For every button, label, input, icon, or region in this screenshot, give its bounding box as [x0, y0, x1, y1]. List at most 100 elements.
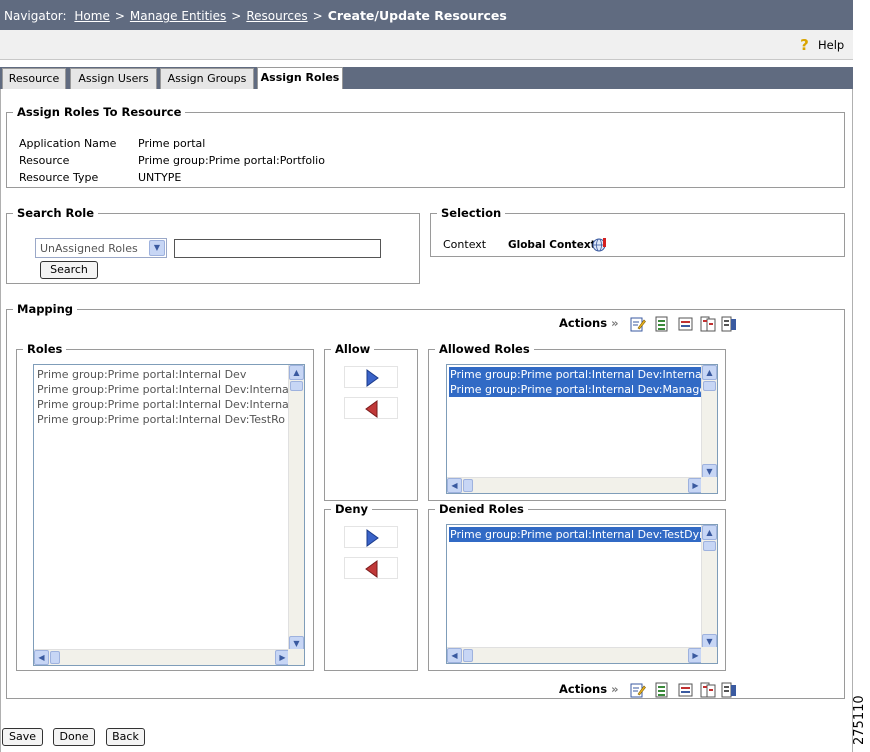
horizontal-scrollbar[interactable]: ◀ ▶: [34, 649, 290, 665]
allow-add-button[interactable]: [344, 366, 398, 388]
tab-assign-users[interactable]: Assign Users: [70, 68, 157, 89]
horizontal-scrollbar[interactable]: ◀ ▶: [447, 647, 703, 663]
context-value: Global Context: [508, 239, 596, 251]
actions-label: Actions »: [559, 682, 619, 696]
check-list-icon[interactable]: [654, 316, 670, 332]
scroll-left-icon[interactable]: ◀: [447, 648, 462, 663]
section-title: Search Role: [13, 206, 99, 220]
scroll-corner: [701, 477, 717, 493]
arrow-right-icon: [366, 529, 379, 547]
resource-type-value: UNTYPE: [138, 171, 182, 184]
actions-toolbar-bottom: Actions »: [559, 682, 739, 700]
deny-remove-button[interactable]: [344, 557, 398, 579]
scroll-thumb[interactable]: [463, 649, 473, 662]
list-item[interactable]: Prime group:Prime portal:Internal Dev:Te…: [36, 412, 288, 427]
scroll-thumb[interactable]: [50, 651, 60, 664]
search-button[interactable]: Search: [40, 261, 98, 279]
breadcrumb-separator: >: [231, 9, 242, 23]
roles-panel: Roles Prime group:Prime portal:Internal …: [16, 342, 314, 671]
scroll-left-icon[interactable]: ◀: [447, 478, 462, 493]
info-list-icon[interactable]: [721, 682, 737, 698]
help-icon[interactable]: ?: [798, 37, 811, 53]
info-list-icon[interactable]: [721, 316, 737, 332]
panel-title: Deny: [331, 502, 373, 516]
globe-icon[interactable]: [592, 237, 608, 253]
role-filter-dropdown[interactable]: UnAssigned Roles ▼: [35, 238, 167, 258]
edit-icon[interactable]: [630, 316, 646, 332]
deny-add-button[interactable]: [344, 526, 398, 548]
section-title: Selection: [437, 206, 506, 220]
scroll-corner: [701, 647, 717, 663]
list-item[interactable]: Prime group:Prime portal:Internal Dev:In…: [36, 397, 288, 412]
panel-title: Roles: [23, 342, 67, 356]
navigator-bar: Navigator: Home > Manage Entities > Resource…: [0, 0, 853, 30]
resource-type-label: Resource Type: [19, 171, 99, 184]
scroll-up-icon[interactable]: ▲: [702, 525, 717, 540]
arrow-left-icon: [365, 400, 378, 418]
scroll-thumb[interactable]: [290, 381, 303, 391]
list-item[interactable]: Prime group:Prime portal:Internal Dev:Te…: [449, 527, 701, 542]
section-title: Assign Roles To Resource: [13, 105, 186, 119]
breadcrumb-manage-entities-link[interactable]: Manage Entities: [130, 9, 226, 23]
list-item[interactable]: Prime group:Prime portal:Internal Dev:Ma…: [449, 382, 701, 397]
breadcrumb-separator: >: [114, 9, 125, 23]
selection-section: Selection Context Global Context: [430, 206, 845, 257]
save-button[interactable]: Save: [2, 728, 43, 746]
remove-list-icon[interactable]: [678, 682, 694, 698]
resource-value: Prime group:Prime portal:Portfolio: [138, 154, 325, 167]
roles-listbox[interactable]: Prime group:Prime portal:Internal Dev Pr…: [33, 364, 305, 666]
tab-strip: Resource Assign Users Assign Groups Assi…: [0, 67, 853, 89]
allowed-roles-listbox[interactable]: Prime group:Prime portal:Internal Dev:In…: [446, 364, 718, 494]
done-button[interactable]: Done: [53, 728, 95, 746]
search-input[interactable]: [174, 239, 381, 258]
tab-assign-groups[interactable]: Assign Groups: [160, 68, 254, 89]
arrow-left-icon: [365, 560, 378, 578]
dropdown-selected-value: UnAssigned Roles: [40, 242, 138, 255]
panel-title: Allowed Roles: [435, 342, 534, 356]
copy-list-icon[interactable]: [700, 316, 716, 332]
scroll-left-icon[interactable]: ◀: [34, 650, 49, 665]
edit-icon[interactable]: [630, 682, 646, 698]
actions-toolbar-top: Actions »: [559, 316, 739, 334]
deny-panel: Deny: [324, 502, 418, 671]
list-item[interactable]: Prime group:Prime portal:Internal Dev:In…: [449, 367, 701, 382]
panel-title: Denied Roles: [435, 502, 528, 516]
allowed-roles-panel: Allowed Roles Prime group:Prime portal:I…: [428, 342, 726, 501]
check-list-icon[interactable]: [654, 682, 670, 698]
application-name-value: Prime portal: [138, 137, 206, 150]
breadcrumb-separator: >: [312, 9, 323, 23]
application-name-label: Application Name: [19, 137, 117, 150]
tab-resource[interactable]: Resource: [2, 68, 66, 89]
allow-remove-button[interactable]: [344, 397, 398, 419]
back-button[interactable]: Back: [106, 728, 145, 746]
remove-list-icon[interactable]: [678, 316, 694, 332]
list-item[interactable]: Prime group:Prime portal:Internal Dev: [36, 367, 288, 382]
arrow-right-icon: [366, 369, 379, 387]
vertical-scrollbar[interactable]: ▲ ▼: [701, 525, 717, 649]
breadcrumb: Navigator: Home > Manage Entities > Resource…: [4, 8, 507, 23]
context-label: Context: [443, 238, 487, 251]
denied-roles-panel: Denied Roles Prime group:Prime portal:In…: [428, 502, 726, 671]
figure-number: 275110: [852, 695, 867, 745]
scroll-thumb[interactable]: [703, 541, 716, 551]
vertical-scrollbar[interactable]: ▲ ▼: [701, 365, 717, 479]
copy-list-icon[interactable]: [700, 682, 716, 698]
scroll-thumb[interactable]: [703, 381, 716, 391]
chevron-down-icon[interactable]: ▼: [149, 240, 165, 256]
tab-assign-roles[interactable]: Assign Roles: [257, 67, 343, 89]
page-title: Create/Update Resources: [327, 8, 507, 23]
help-bar: ? Help: [0, 30, 853, 60]
scroll-up-icon[interactable]: ▲: [289, 365, 304, 380]
breadcrumb-resources-link[interactable]: Resources: [246, 9, 307, 23]
vertical-scrollbar[interactable]: ▲ ▼: [288, 365, 304, 651]
search-role-section: Search Role UnAssigned Roles ▼ Search: [6, 206, 420, 284]
list-item[interactable]: Prime group:Prime portal:Internal Dev:In…: [36, 382, 288, 397]
scroll-thumb[interactable]: [463, 479, 473, 492]
horizontal-scrollbar[interactable]: ◀ ▶: [447, 477, 703, 493]
breadcrumb-home-link[interactable]: Home: [74, 9, 109, 23]
help-link[interactable]: Help: [818, 38, 844, 52]
denied-roles-listbox[interactable]: Prime group:Prime portal:Internal Dev:Te…: [446, 524, 718, 664]
resource-label: Resource: [19, 154, 70, 167]
scroll-corner: [288, 649, 304, 665]
scroll-up-icon[interactable]: ▲: [702, 365, 717, 380]
